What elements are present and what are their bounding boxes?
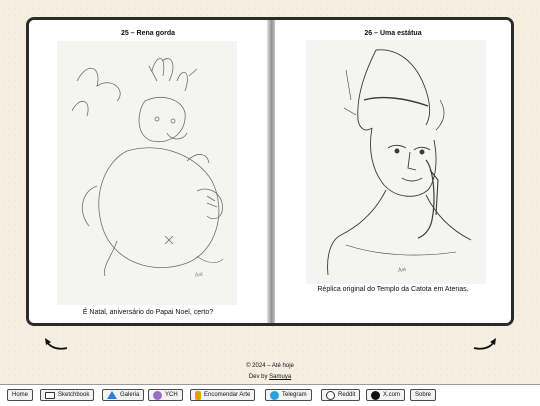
ych-icon [153,390,162,400]
menu-reddit-label: Reddit [338,392,356,398]
menu-telegram-label: Telegram [282,392,307,398]
telegram-icon [270,390,279,400]
menu-sketchbook-label: Sketchbook [58,392,90,398]
reddit-icon [326,390,335,400]
menu-encomendar-button[interactable]: Encomendar Arte [190,389,256,401]
gallery-icon [107,391,117,399]
left-page-title: 25 – Rena gorda [120,30,176,37]
menu-sketchbook-button[interactable]: Sketchbook [40,389,95,401]
copyright-text: © 2024 – Até hoje [246,363,294,369]
menu-home-label: Home [12,392,29,398]
svg-text:Ast: Ast [397,267,407,274]
menu-home-button[interactable]: Home [7,389,34,401]
developer-credit-prefix: Dev by [248,374,270,380]
sketch-image-statue: Ast [306,40,486,284]
sketch-image-fat-reindeer: Ast [57,41,237,305]
pencil-icon [195,390,201,400]
menu-sobre-label: Sobre [415,392,432,398]
right-page-title: 26 – Uma estátua [364,30,422,37]
right-page: 26 – Uma estátua Ast Réplica original do… [275,20,511,323]
menu-sobre-button[interactable]: Sobre [410,389,437,401]
menu-encomendar-label: Encomendar Arte [204,392,251,398]
menu-ych-label: YCH [165,392,178,398]
curved-arrow-left-icon [45,338,68,350]
book-spine [267,20,275,323]
menu-reddit-button[interactable]: Reddit [321,389,361,401]
developer-link[interactable]: Samuya [269,374,291,380]
svg-text:Ast: Ast [194,271,204,279]
menu-xcom-button[interactable]: X.com [366,389,406,401]
x-icon [371,390,380,400]
developer-credit: Dev by Samuya [0,374,540,380]
menu-ych-button[interactable]: YCH [148,389,183,401]
left-page: 25 – Rena gorda Ast É Natal, aniversário… [29,20,267,323]
menu-galeria-button[interactable]: Galeria [102,389,145,401]
previous-page-button[interactable] [43,337,69,351]
bottom-menu-bar: Home Sketchbook Galeria YCH Encomendar A… [0,384,540,406]
menu-telegram-button[interactable]: Telegram [265,389,312,401]
menu-xcom-label: X.com [383,392,401,398]
right-page-caption: Réplica original do Templo da Catota em … [317,286,469,293]
book-icon [45,391,55,399]
left-page-caption: É Natal, aniversário do Papai Noel, cert… [82,309,214,316]
sketchbook-viewer: 25 – Rena gorda Ast É Natal, aniversário… [26,17,514,326]
curved-arrow-right-icon [473,338,496,350]
next-page-button[interactable] [472,337,498,351]
menu-galeria-label: Galeria [120,392,140,398]
